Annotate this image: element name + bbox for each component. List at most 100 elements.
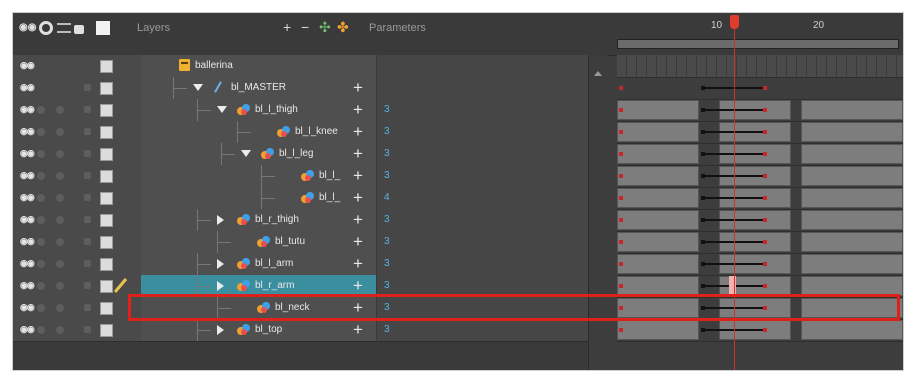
- exposure-block[interactable]: [801, 122, 903, 142]
- exposure-block[interactable]: [617, 276, 699, 296]
- keyframe-marker[interactable]: [619, 284, 623, 288]
- exposure-block[interactable]: [801, 210, 903, 230]
- exposure-block[interactable]: [801, 166, 903, 186]
- add-function-button[interactable]: +: [353, 188, 363, 208]
- layer-color-swatch[interactable]: [100, 60, 113, 73]
- exposure-block[interactable]: [617, 188, 699, 208]
- parameter-cell[interactable]: [376, 77, 589, 99]
- solo-icon[interactable]: [56, 282, 64, 290]
- keyframe-marker[interactable]: [619, 328, 623, 332]
- layer-color-swatch[interactable]: [100, 170, 113, 183]
- solo-icon[interactable]: [56, 260, 64, 268]
- add-function-button[interactable]: +: [353, 166, 363, 186]
- add-function-button[interactable]: +: [353, 78, 363, 98]
- expand-arrow-icon[interactable]: [217, 215, 224, 225]
- solo-icon[interactable]: [56, 238, 64, 246]
- add-function-button[interactable]: +: [353, 276, 363, 296]
- layer-color-swatch[interactable]: [100, 82, 113, 95]
- visibility-icon[interactable]: ◉◉: [20, 170, 35, 181]
- timeline-row[interactable]: [617, 253, 903, 276]
- exposure-block[interactable]: [801, 144, 903, 164]
- layer-row[interactable]: ◉◉ bl_l_thigh +3: [13, 99, 589, 122]
- solo-icon[interactable]: [56, 106, 64, 114]
- add-function-button[interactable]: +: [353, 254, 363, 274]
- timeline-row[interactable]: [617, 121, 903, 144]
- layer-row[interactable]: ◉◉ bl_MASTER +: [13, 77, 589, 100]
- timeline-row[interactable]: [617, 55, 903, 78]
- layer-color-swatch[interactable]: [100, 148, 113, 161]
- lock-icon[interactable]: [84, 216, 91, 223]
- parameter-cell[interactable]: [376, 55, 589, 77]
- keyframe-marker[interactable]: [619, 218, 623, 222]
- layer-row[interactable]: ◉◉ bl_l_ +4: [13, 187, 589, 210]
- visibility-icon[interactable]: ◉◉: [20, 82, 35, 93]
- visibility-icon[interactable]: ◉◉: [20, 280, 35, 291]
- keyframe-end[interactable]: [763, 152, 767, 156]
- timeline-row[interactable]: [617, 165, 903, 188]
- keyframe-marker[interactable]: [619, 262, 623, 266]
- layer-row[interactable]: ◉◉ bl_r_thigh +3: [13, 209, 589, 232]
- add-drawing-icon[interactable]: ✤: [337, 20, 349, 34]
- visibility-icon[interactable]: ◉◉: [20, 258, 35, 269]
- layer-color-swatch[interactable]: [100, 280, 113, 293]
- exposure-block[interactable]: [617, 100, 699, 120]
- solo-icon[interactable]: [56, 128, 64, 136]
- keyframe-end[interactable]: [763, 108, 767, 112]
- layer-tree-cell[interactable]: bl_l_ +: [141, 187, 376, 209]
- parameter-cell[interactable]: 3: [376, 253, 589, 275]
- keyframe-marker[interactable]: [619, 130, 623, 134]
- layer-name[interactable]: ballerina: [195, 60, 233, 71]
- lock-icon[interactable]: [84, 260, 91, 267]
- layer-color-swatch[interactable]: [100, 192, 113, 205]
- exposure-block[interactable]: [801, 188, 903, 208]
- keyframe-marker[interactable]: [619, 108, 623, 112]
- expand-arrow-icon[interactable]: [217, 325, 224, 335]
- keyframe-end[interactable]: [763, 262, 767, 266]
- visibility-icon[interactable]: ◉◉: [20, 104, 35, 115]
- keyframe-end[interactable]: [763, 240, 767, 244]
- layer-name[interactable]: bl_l_thigh: [255, 104, 298, 115]
- layer-color-swatch[interactable]: [100, 214, 113, 227]
- show-icon[interactable]: [37, 106, 45, 114]
- keyframe-end[interactable]: [763, 328, 767, 332]
- timeline-row[interactable]: [617, 209, 903, 232]
- timeline-row[interactable]: [617, 77, 903, 100]
- solo-icon[interactable]: [56, 172, 64, 180]
- layer-name[interactable]: bl_l_leg: [279, 148, 313, 159]
- timeline-grid[interactable]: [617, 55, 903, 370]
- layer-row[interactable]: ◉◉ bl_l_ +3: [13, 165, 589, 188]
- lock-icon[interactable]: [84, 84, 91, 91]
- keyframe-marker[interactable]: [619, 174, 623, 178]
- exposure-block[interactable]: [617, 166, 699, 186]
- expand-arrow-icon[interactable]: [217, 281, 224, 291]
- add-peg-icon[interactable]: ✣: [319, 20, 331, 34]
- collapse-arrow-icon[interactable]: [241, 150, 251, 157]
- add-layer-icon[interactable]: +: [283, 20, 291, 34]
- layer-tree-cell[interactable]: bl_top +: [141, 319, 376, 341]
- layer-tree-cell[interactable]: bl_l_thigh +: [141, 99, 376, 121]
- show-icon[interactable]: [37, 150, 45, 158]
- solo-icon[interactable]: [56, 304, 64, 312]
- show-all-icon[interactable]: [39, 21, 53, 35]
- visibility-icon[interactable]: ◉◉: [20, 214, 35, 225]
- solo-icon[interactable]: [56, 326, 64, 334]
- timeline-row[interactable]: [617, 231, 903, 254]
- keyframe-end[interactable]: [763, 86, 767, 90]
- layer-name[interactable]: bl_tutu: [275, 236, 305, 247]
- exposure-block[interactable]: [617, 144, 699, 164]
- parameter-cell[interactable]: 3: [376, 165, 589, 187]
- show-icon[interactable]: [37, 172, 45, 180]
- collapse-arrow-icon[interactable]: [217, 106, 227, 113]
- solo-icon[interactable]: [56, 194, 64, 202]
- exposure-block[interactable]: [617, 320, 699, 340]
- parameter-cell[interactable]: 3: [376, 99, 589, 121]
- layer-tree-cell[interactable]: bl_l_knee +: [141, 121, 376, 143]
- timeline-row[interactable]: [617, 187, 903, 210]
- layer-name[interactable]: bl_l_: [319, 170, 340, 181]
- collapse-arrow-icon[interactable]: [193, 84, 203, 91]
- layer-tree-cell[interactable]: bl_l_arm +: [141, 253, 376, 275]
- show-icon[interactable]: [37, 216, 45, 224]
- exposure-block[interactable]: [617, 122, 699, 142]
- layer-color-swatch[interactable]: [100, 126, 113, 139]
- add-function-button[interactable]: +: [353, 100, 363, 120]
